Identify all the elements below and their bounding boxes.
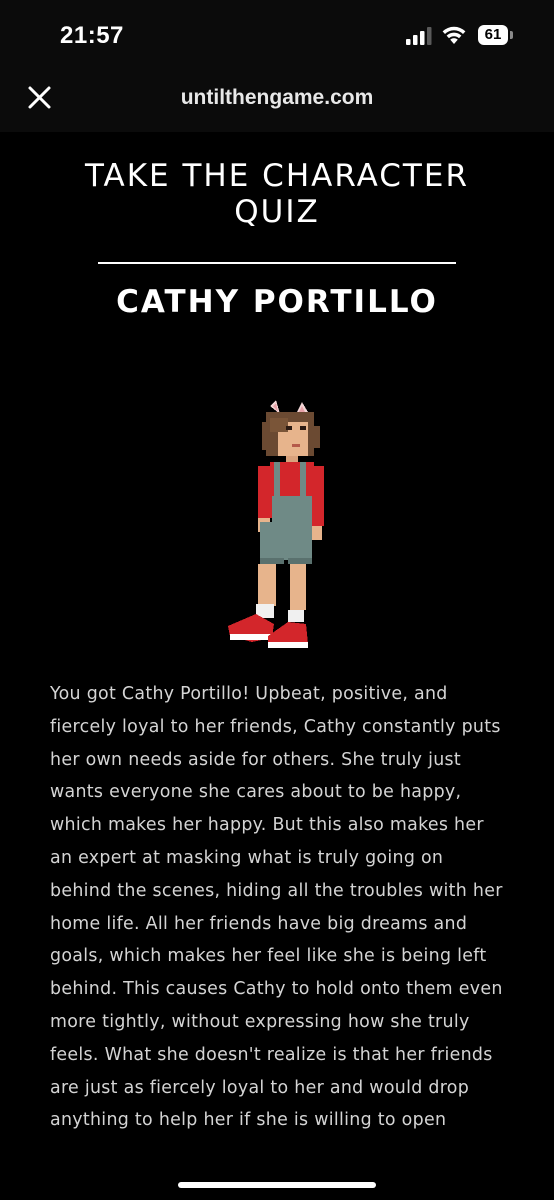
battery-level: 61 [484, 26, 502, 43]
home-indicator[interactable] [178, 1182, 376, 1188]
result-character-name: CATHY PORTILLO [116, 284, 438, 320]
browser-header: untilthengame.com [0, 70, 554, 132]
character-sprite [228, 400, 324, 648]
quiz-result-content: TAKE THE CHARACTER QUIZ CATHY PORTILLO Y… [0, 132, 554, 1152]
title-divider [98, 262, 456, 264]
url-label: untilthengame.com [180, 86, 374, 109]
wifi-icon [442, 26, 466, 44]
battery-tip [510, 31, 513, 39]
signal-icon [406, 27, 432, 45]
character-description: You got Cathy Portillo! Upbeat, positive… [50, 684, 503, 1131]
status-time: 21:57 [60, 22, 124, 49]
status-bar: 21:57 61 [0, 0, 554, 70]
quiz-title: TAKE THE CHARACTER QUIZ [84, 158, 469, 230]
battery-icon: 61 [478, 25, 514, 47]
